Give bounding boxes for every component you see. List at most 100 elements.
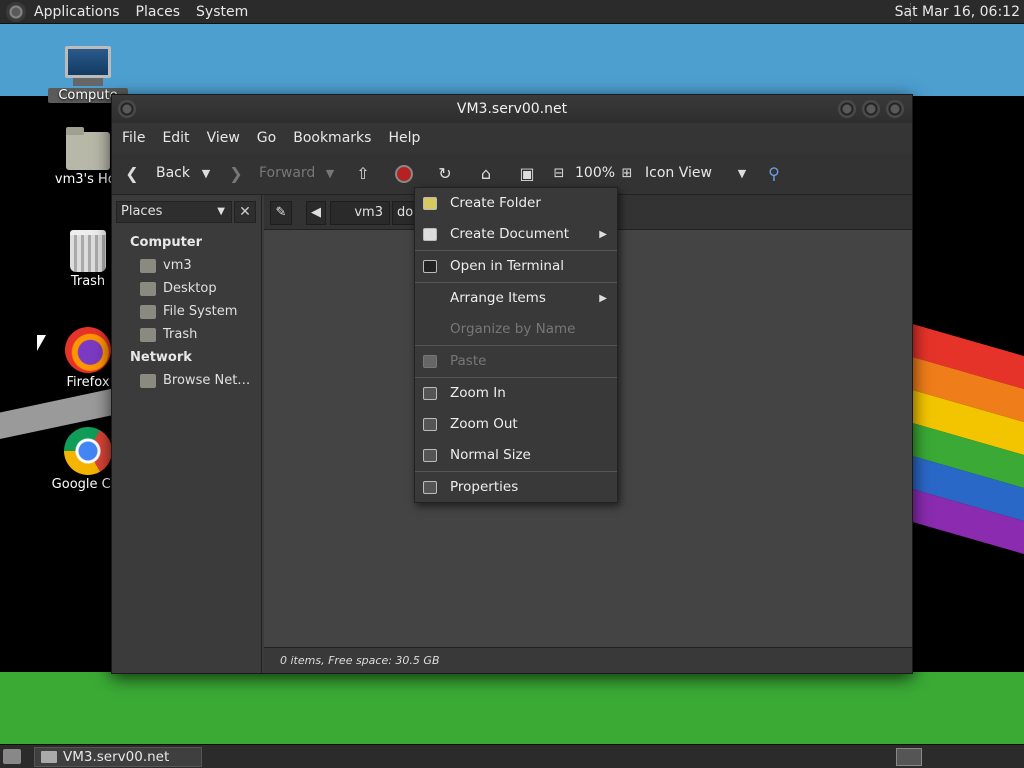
places-tree: Computer vm3 Desktop File System Trash N… [112,231,262,392]
panel-menu-applications[interactable]: Applications [34,4,120,20]
places-item-vm3[interactable]: vm3 [112,254,262,277]
desktop-folder-icon [140,281,156,296]
new-document-icon [423,228,437,241]
menu-item-properties[interactable]: Properties [415,472,617,503]
distro-logo-icon[interactable] [6,1,26,22]
normal-size-icon [423,449,437,462]
properties-icon [423,481,437,494]
menu-edit[interactable]: Edit [162,130,189,146]
terminal-icon [423,260,437,273]
menu-item-label: Zoom In [450,385,506,401]
chevron-down-icon: ▼ [217,206,225,217]
network-icon [140,373,156,388]
menu-item-create-document[interactable]: Create Document ▶ [415,219,617,250]
places-item-label: File System [163,304,238,319]
forward-history-dropdown-icon[interactable]: ▼ [320,164,340,184]
zoom-out-small-icon[interactable]: ⊟ [549,164,569,184]
back-history-dropdown-icon[interactable]: ▼ [196,164,216,184]
desktop-rainbow [912,323,1024,574]
menu-item-arrange-items[interactable]: Arrange Items ▶ [415,283,617,314]
menu-item-normal-size[interactable]: Normal Size [415,440,617,471]
panel-clock[interactable]: Sat Mar 16, 06:12 [895,4,1020,20]
menubar: File Edit View Go Bookmarks Help [112,123,912,153]
menu-item-label: Organize by Name [450,321,576,337]
view-mode-select[interactable]: Icon View [645,165,712,181]
mouse-cursor-icon [37,335,46,351]
menu-item-open-in-terminal[interactable]: Open in Terminal [415,251,617,282]
forward-button[interactable]: Forward [259,165,315,181]
trash-icon [70,230,106,272]
places-select[interactable]: Places ▼ [116,201,232,223]
menu-item-label: Arrange Items [450,290,546,306]
menu-item-create-folder[interactable]: Create Folder [415,188,617,219]
zoom-in-icon [423,387,437,400]
places-section-computer: Computer [130,235,203,250]
show-desktop-icon[interactable] [3,749,21,764]
menu-item-zoom-in[interactable]: Zoom In [415,378,617,409]
places-item-trash[interactable]: Trash [112,323,262,346]
menu-file[interactable]: File [122,130,145,146]
menu-bookmarks[interactable]: Bookmarks [293,130,371,146]
menu-item-organize-by-name: Organize by Name [415,314,617,345]
breadcrumb-label: do [397,205,414,220]
zoom-level: 100% [575,165,616,181]
top-panel: Applications Places System Sat Mar 16, 0… [0,0,1024,24]
menu-item-label: Create Document [450,226,570,242]
breadcrumb-vm3[interactable]: vm3 [330,201,390,225]
menu-help[interactable]: Help [388,130,420,146]
trash-icon [140,327,156,342]
panel-menu-places[interactable]: Places [136,4,181,20]
computer-base [73,78,103,86]
computer-small-icon[interactable]: ▣ [517,164,537,184]
back-arrow-icon[interactable]: ❮ [122,164,142,184]
breadcrumb-current[interactable]: do [392,201,416,225]
side-pane: Places ▼ ✕ Computer vm3 Desktop File Sys… [112,195,262,673]
maximize-icon[interactable] [862,100,880,118]
submenu-arrow-icon: ▶ [599,229,607,240]
places-item-label: Desktop [163,281,217,296]
taskbar-window-label: VM3.serv00.net [63,749,170,765]
paste-icon [423,355,437,368]
stop-icon[interactable] [395,165,413,183]
window-menu-icon[interactable] [118,100,136,118]
places-item-label: Browse Net… [163,373,251,388]
menu-item-label: Open in Terminal [450,258,564,274]
forward-arrow-icon[interactable]: ❯ [226,164,246,184]
close-icon[interactable] [886,100,904,118]
taskbar-window-button[interactable]: VM3.serv00.net [34,747,202,767]
toggle-location-entry-button[interactable]: ✎ [270,201,292,225]
up-arrow-icon[interactable]: ⇧ [353,164,373,184]
desktop-sky [0,24,1024,96]
search-icon[interactable]: ⚲ [764,164,784,184]
back-button[interactable]: Back [156,165,190,181]
places-select-label: Places [121,204,163,219]
places-item-label: vm3 [163,258,192,273]
home-icon[interactable]: ⌂ [476,164,496,184]
panel-menu-system[interactable]: System [196,4,248,20]
places-item-file-system[interactable]: File System [112,300,262,323]
workspace-switcher-icon[interactable] [896,748,922,766]
window-titlebar[interactable]: VM3.serv00.net [112,95,912,123]
places-item-desktop[interactable]: Desktop [112,277,262,300]
menu-item-label: Zoom Out [450,416,518,432]
zoom-in-small-icon[interactable]: ⊞ [617,164,637,184]
menu-go[interactable]: Go [257,130,276,146]
reload-icon[interactable]: ↻ [435,164,455,184]
new-folder-icon [423,197,437,210]
places-item-browse-network[interactable]: Browse Net… [112,369,262,392]
window-title: VM3.serv00.net [456,101,568,117]
minimize-icon[interactable] [838,100,856,118]
submenu-arrow-icon: ▶ [599,293,607,304]
menu-item-label: Create Folder [450,195,541,211]
menu-item-label: Paste [450,353,487,369]
breadcrumb-left-arrow-icon[interactable]: ◀ [306,201,326,225]
view-mode-dropdown-icon[interactable]: ▼ [732,164,752,184]
menu-item-paste: Paste [415,346,617,377]
menu-view[interactable]: View [207,130,240,146]
stop-icon-shape [395,165,413,183]
home-folder-icon [140,258,156,273]
drive-icon [140,304,156,319]
menu-item-zoom-out[interactable]: Zoom Out [415,409,617,440]
close-side-pane-button[interactable]: ✕ [234,201,256,223]
desktop-grass [0,672,1024,744]
